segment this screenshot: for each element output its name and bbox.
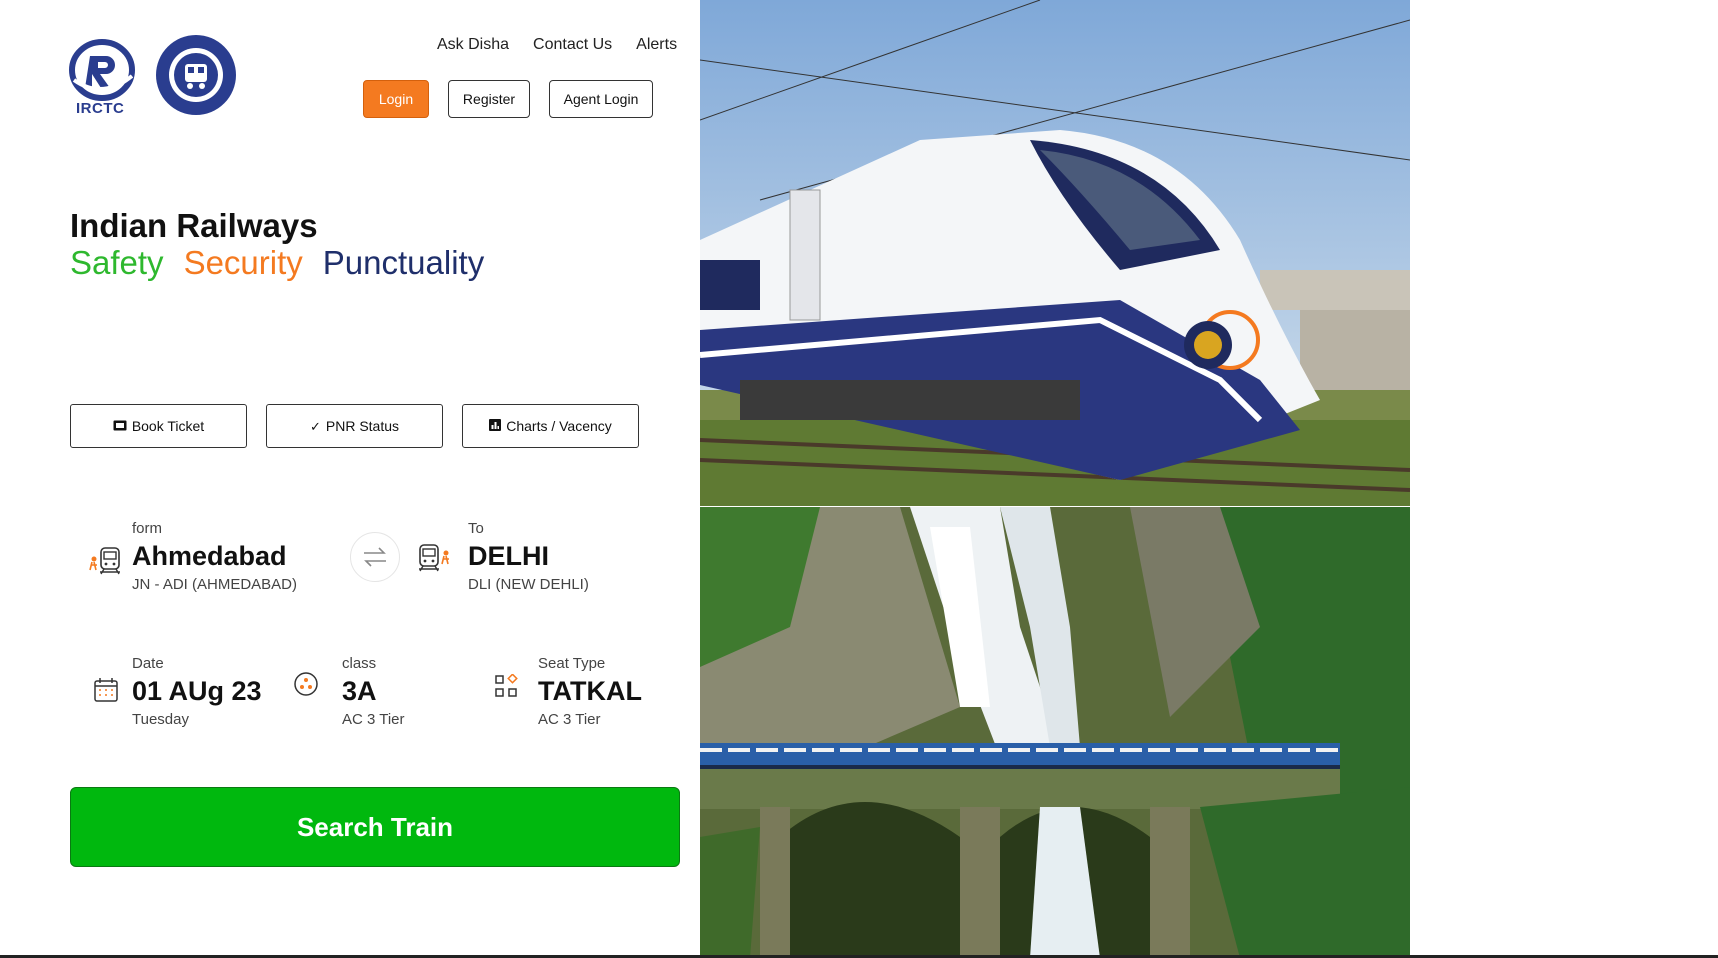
- to-label: To: [468, 520, 484, 537]
- from-city[interactable]: Ahmedabad: [132, 541, 287, 572]
- pnr-status-button[interactable]: ✓ PNR Status: [266, 404, 443, 448]
- to-train-icon: [418, 542, 454, 572]
- seat-type-icon: [494, 673, 518, 698]
- nav-contact-us[interactable]: Contact Us: [533, 36, 612, 54]
- seat-type-value[interactable]: TATKAL: [538, 676, 642, 707]
- seat-type-description: AC 3 Tier: [538, 711, 601, 728]
- swap-icon: [364, 547, 386, 567]
- hero-tagline: Safety Security Punctuality: [70, 244, 484, 282]
- pnr-status-label: PNR Status: [325, 418, 400, 434]
- irctc-logo-text: IRCTC: [76, 100, 125, 117]
- class-label: class: [342, 655, 377, 672]
- login-button[interactable]: Login: [363, 80, 429, 118]
- nav-ask-disha[interactable]: Ask Disha: [437, 36, 509, 54]
- class-value[interactable]: 3A: [342, 676, 377, 707]
- charts-vacancy-button[interactable]: Charts / Vacency: [462, 404, 639, 448]
- check-icon: ✓: [309, 418, 321, 434]
- calendar-icon: [93, 677, 119, 703]
- indian-railways-logo[interactable]: [155, 34, 237, 116]
- to-city[interactable]: DELHI: [468, 541, 549, 572]
- tagline-security: Security: [183, 244, 303, 281]
- nav-alerts[interactable]: Alerts: [636, 36, 677, 54]
- from-station-code: JN - ADI (AHMEDABAD): [132, 576, 298, 593]
- date-value[interactable]: 01 AUg 23: [132, 676, 262, 707]
- book-ticket-label: Book Ticket: [131, 418, 205, 434]
- vande-bharat-train-image: [700, 0, 1410, 506]
- book-ticket-button[interactable]: Book Ticket: [70, 404, 247, 448]
- top-nav: Ask Disha Contact Us Alerts: [437, 36, 677, 54]
- chart-icon: [489, 419, 502, 433]
- charts-vacancy-label: Charts / Vacency: [506, 418, 612, 434]
- class-icon: [293, 671, 319, 697]
- ticket-icon: [113, 420, 127, 433]
- to-station-code: DLI (NEW DEHLI): [468, 576, 589, 593]
- class-description: AC 3 Tier: [342, 711, 405, 728]
- date-label: Date: [132, 655, 164, 672]
- from-train-icon: [88, 545, 124, 575]
- tagline-safety: Safety: [70, 244, 164, 281]
- hero-title: Indian Railways: [70, 207, 318, 244]
- dudhsagar-waterfall-image: [700, 507, 1410, 958]
- tagline-punctuality: Punctuality: [322, 244, 485, 281]
- search-train-button[interactable]: Search Train: [70, 787, 680, 867]
- register-button[interactable]: Register: [448, 80, 530, 118]
- seat-type-label: Seat Type: [538, 655, 606, 672]
- swap-stations-button[interactable]: [350, 532, 400, 582]
- agent-login-button[interactable]: Agent Login: [549, 80, 653, 118]
- irctc-logo[interactable]: IRCTC: [68, 36, 136, 118]
- from-label: form: [132, 520, 162, 537]
- date-day: Tuesday: [132, 711, 189, 728]
